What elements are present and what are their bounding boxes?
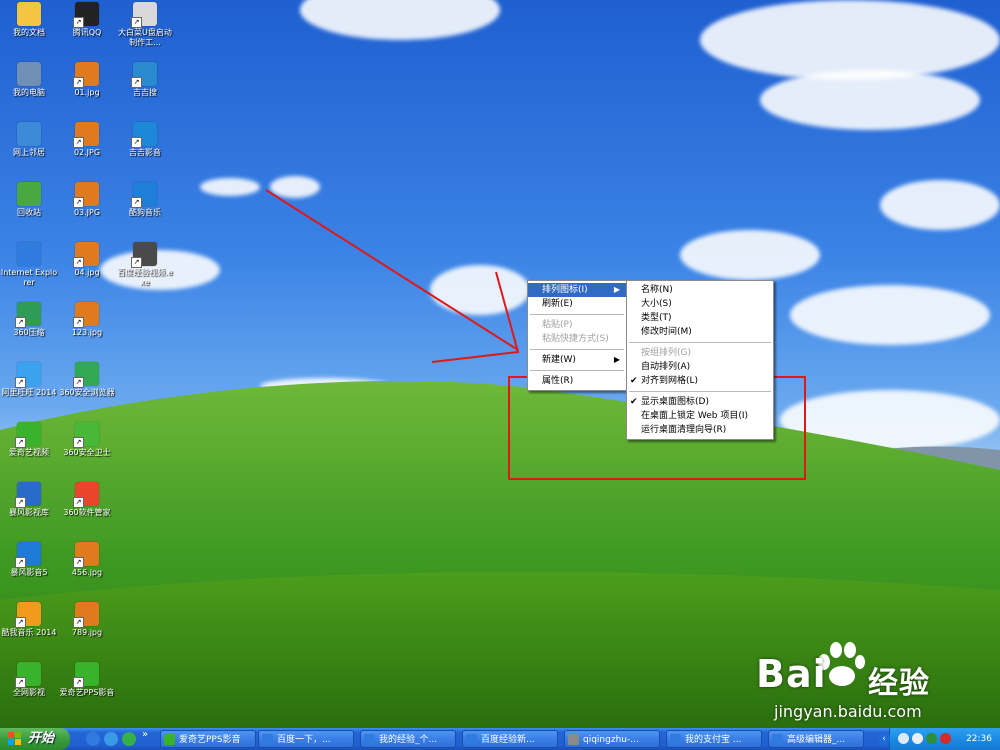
taskbar-task-button[interactable]: qiqingzhu-... [564,730,660,748]
submenu-arrow-icon: ▶ [613,285,620,294]
quicklaunch-browser-icon[interactable] [104,732,118,746]
tray-network-icon[interactable] [898,733,909,744]
menu-item-label: 粘贴(P) [542,320,573,330]
menu-item-label: 在桌面上锁定 Web 项目(I) [641,411,749,421]
task-label: 我的经验_个... [379,735,438,745]
watermark-brand-suffix: 经验 [868,666,930,701]
menu-item-label: 自动排列(A) [641,362,691,372]
menu-item-label: 属性(R) [542,376,574,386]
menu-item-label: 排列图标(I) [542,285,588,295]
task-app-icon [568,734,579,745]
red-annotation [265,189,806,480]
tray-clock[interactable]: 22:36 [966,728,992,750]
task-label: 我的支付宝 ... [685,735,742,745]
submenu-item[interactable]: 名称(N) [627,283,773,297]
tray-360-icon[interactable] [926,733,937,744]
tray-shield-icon[interactable] [940,733,951,744]
task-app-icon [262,734,273,745]
taskbar: 开始 » 爱奇艺PPS影音 百度一下，... 我的经验_个... 百度经验新... qi… [0,728,1000,750]
taskbar-task-button[interactable]: 百度经验新... [462,730,558,748]
windows-flag-icon [8,732,21,745]
taskbar-task-button[interactable]: 高级编辑器_... [768,730,864,748]
menu-item-label: 修改时间(M) [641,327,692,337]
submenu-item[interactable]: 显示桌面图标(D) ✔ [627,395,773,409]
task-label: 高级编辑器_... [787,735,846,745]
task-app-icon [772,734,783,745]
submenu-item[interactable]: 类型(T) [627,311,773,325]
task-label: 爱奇艺PPS影音 [179,735,241,745]
submenu-item: 按组排列(G) [627,346,773,360]
submenu-item[interactable]: 自动排列(A) [627,360,773,374]
check-icon: ✔ [630,397,638,407]
task-app-icon [364,734,375,745]
menu-item-label: 粘贴快捷方式(S) [542,334,609,344]
start-button[interactable]: 开始 [0,728,70,750]
task-app-icon [670,734,681,745]
menu-item-label: 显示桌面图标(D) [641,397,709,407]
context-menu-item[interactable]: 新建(W) ▶ [528,353,626,367]
menu-item-label: 大小(S) [641,299,672,309]
watermark-brand: Bai [756,652,827,696]
arrange-icons-submenu: 名称(N) 大小(S) 类型(T) 修改时间(M) 按组排列(G) 自动排列(A) 对齐到网… [626,280,774,440]
menu-item-label: 对齐到网格(L) [641,376,699,386]
context-menu-item[interactable]: 属性(R) [528,374,626,388]
context-menu-item[interactable]: 排列图标(I) ▶ [528,283,626,297]
check-icon: ✔ [630,376,638,386]
menu-separator [530,314,624,315]
quicklaunch-ie-icon[interactable] [86,732,100,746]
menu-item-label: 刷新(E) [542,299,573,309]
menu-separator [530,349,624,350]
menu-separator [629,342,771,343]
menu-item-label: 新建(W) [542,355,576,365]
quicklaunch-360-icon[interactable] [122,732,136,746]
menu-separator [629,391,771,392]
submenu-item[interactable]: 对齐到网格(L) ✔ [627,374,773,388]
task-label: 百度经验新... [481,735,535,745]
submenu-item[interactable]: 修改时间(M) [627,325,773,339]
taskbar-task-button[interactable]: 爱奇艺PPS影音 [160,730,256,748]
system-tray: ‹ 22:36 [878,728,1000,750]
menu-item-label: 类型(T) [641,313,672,323]
submenu-arrow-icon: ▶ [613,355,620,364]
menu-separator [530,370,624,371]
task-app-icon [466,734,477,745]
context-menu-item: 粘贴快捷方式(S) [528,332,626,346]
desktop[interactable]: 我的文档 我的电脑 网上邻居 回收站 Internet Explorer ↗ 360压缩 ↗ 阿… [0,0,1000,728]
menu-item-label: 运行桌面清理向导(R) [641,425,727,435]
quicklaunch-more-icon[interactable]: » [142,729,148,740]
watermark-site: jingyan.baidu.com [774,702,922,721]
context-menu-item: 粘贴(P) [528,318,626,332]
task-label: 百度一下，... [277,735,331,745]
context-menu-item[interactable]: 刷新(E) [528,297,626,311]
tray-volume-icon[interactable] [912,733,923,744]
desktop-context-menu: 排列图标(I) ▶ 刷新(E) 粘贴(P) 粘贴快捷方式(S) 新建(W) ▶ 属性(R) [527,280,627,391]
task-app-icon [164,734,175,745]
taskbar-task-button[interactable]: 我的支付宝 ... [666,730,762,748]
task-label: qiqingzhu-... [583,735,639,745]
submenu-item[interactable]: 大小(S) [627,297,773,311]
baidu-jingyan-watermark: Bai 经验 jingyan.baidu.com [756,640,986,725]
taskbar-task-button[interactable]: 我的经验_个... [360,730,456,748]
taskbar-task-button[interactable]: 百度一下，... [258,730,354,748]
menu-item-label: 名称(N) [641,285,673,295]
start-label: 开始 [28,731,55,746]
submenu-item[interactable]: 运行桌面清理向导(R) [627,423,773,437]
submenu-item[interactable]: 在桌面上锁定 Web 项目(I) [627,409,773,423]
menu-item-label: 按组排列(G) [641,348,691,358]
tray-expand-icon[interactable]: ‹ [878,732,890,746]
